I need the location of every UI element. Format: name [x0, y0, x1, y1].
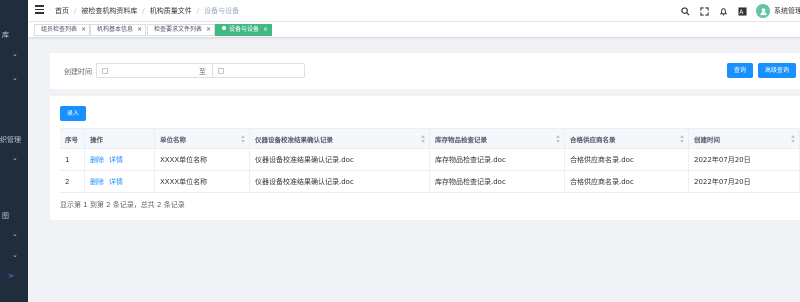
- cell-unit: XXXX单位名称: [155, 171, 250, 192]
- start-date-input[interactable]: [112, 66, 182, 76]
- tab-label: 检查要求文件列表: [154, 26, 203, 33]
- delete-link[interactable]: 删除: [90, 155, 104, 165]
- column-header: 操作: [85, 129, 155, 148]
- detail-link[interactable]: 详情: [109, 177, 123, 187]
- chevron-down-icon[interactable]: ⌄: [12, 251, 18, 259]
- tab-tag[interactable]: 检查要求文件列表 ×: [147, 24, 216, 36]
- column-header-label: 单位名称: [160, 135, 186, 144]
- cell-unit: XXXX单位名称: [155, 149, 250, 170]
- sort-icon[interactable]: [421, 135, 425, 143]
- hamburger-icon[interactable]: [35, 5, 44, 14]
- chevron-down-icon[interactable]: ⌄: [12, 50, 18, 58]
- cell-calibration-record[interactable]: 仪器设备校准结果确认记录.doc: [250, 149, 430, 170]
- avatar[interactable]: [756, 4, 770, 18]
- tab-tag[interactable]: 机构基本信息 ×: [90, 24, 147, 36]
- cell-calibration-record[interactable]: 仪器设备校准结果确认记录.doc: [250, 171, 430, 192]
- tab-label: 组员检查列表: [41, 26, 78, 33]
- sidebar-item-label[interactable]: 图: [2, 211, 9, 221]
- chevron-down-icon[interactable]: ⌄: [12, 230, 18, 238]
- sidebar-active-marker[interactable]: >: [8, 272, 14, 280]
- tab-label: 设备与设备: [229, 26, 260, 33]
- add-button[interactable]: 录入: [60, 106, 86, 121]
- created-time-label: 创建时间: [64, 68, 92, 76]
- table-row: 2 删除 详情 XXXX单位名称 仪器设备校准结果确认记录.doc 库存物品检查记…: [60, 171, 800, 193]
- search-icon[interactable]: [680, 6, 690, 16]
- close-icon[interactable]: ×: [137, 26, 142, 33]
- table-panel: 录入 序号 操作 单位名称 仪器设备校准结果确认记录 库存物品检查记录 合格供应…: [50, 96, 800, 220]
- cell-actions: 删除 详情: [85, 149, 155, 170]
- breadcrumb-item[interactable]: 机构质量文件: [150, 7, 192, 15]
- sort-icon[interactable]: [556, 135, 560, 143]
- column-header: 序号: [60, 129, 85, 148]
- query-button[interactable]: 查询: [727, 63, 753, 78]
- column-header-label: 创建时间: [694, 135, 720, 144]
- data-table: 序号 操作 单位名称 仪器设备校准结果确认记录 库存物品检查记录 合格供应商名录…: [60, 128, 800, 193]
- tab-tag-active[interactable]: 设备与设备 ×: [215, 24, 273, 36]
- table-row: 1 删除 详情 XXXX单位名称 仪器设备校准结果确认记录.doc 库存物品检查记…: [60, 149, 800, 171]
- column-header-sortable[interactable]: 创建时间: [689, 129, 800, 148]
- detail-link[interactable]: 详情: [109, 155, 123, 165]
- column-header-label: 合格供应商名录: [570, 135, 616, 144]
- chevron-down-icon[interactable]: ⌄: [12, 74, 18, 82]
- bell-icon[interactable]: [718, 6, 728, 16]
- chevron-down-icon[interactable]: ⌄: [12, 154, 18, 162]
- svg-text:A: A: [739, 10, 743, 16]
- cell-supplier-list[interactable]: 合格供应商名录.doc: [565, 171, 689, 192]
- delete-link[interactable]: 删除: [90, 177, 104, 187]
- sidebar: 库 ⌄ ⌄ 织管理 ⌄ 图 ⌄ ⌄ >: [0, 0, 28, 302]
- column-header-sortable[interactable]: 合格供应商名录: [565, 129, 689, 148]
- column-header-sortable[interactable]: 仪器设备校准结果确认记录: [250, 129, 430, 148]
- cell-created: 2022年07月20日: [689, 149, 800, 170]
- breadcrumb-current: 设备与设备: [204, 7, 240, 15]
- top-navbar: 首页/被检查机构资料库/机构质量文件/设备与设备 A 系统管理员: [28, 0, 800, 22]
- column-header-label: 仪器设备校准结果确认记录: [255, 135, 333, 144]
- to-label: 至: [199, 68, 206, 76]
- sort-icon[interactable]: [241, 135, 245, 143]
- table-header: 序号 操作 单位名称 仪器设备校准结果确认记录 库存物品检查记录 合格供应商名录…: [60, 129, 800, 149]
- sort-icon[interactable]: [680, 135, 684, 143]
- sort-icon[interactable]: [791, 135, 795, 143]
- close-icon[interactable]: ×: [263, 26, 268, 33]
- tags-view: 组员检查列表 × 机构基本信息 × 检查要求文件列表 × 设备与设备 ×: [28, 22, 800, 38]
- username[interactable]: 系统管理员: [774, 6, 800, 16]
- calendar-icon: [218, 68, 224, 74]
- fullscreen-icon[interactable]: [699, 6, 709, 16]
- header-actions: A 系统管理员: [680, 3, 800, 19]
- search-panel: 创建时间 至 查询 高级查询: [50, 53, 800, 89]
- pagination-summary: 显示第 1 到第 2 条记录，总共 2 条记录: [60, 201, 185, 209]
- cell-supplier-list[interactable]: 合格供应商名录.doc: [565, 149, 689, 170]
- breadcrumb-item[interactable]: 被检查机构资料库: [81, 7, 137, 15]
- tab-label: 机构基本信息: [97, 26, 134, 33]
- tab-tag[interactable]: 组员检查列表 ×: [34, 24, 91, 36]
- cell-stock-record[interactable]: 库存物品检查记录.doc: [430, 149, 565, 170]
- breadcrumb: 首页 / 被检查机构资料库 / 机构质量文件 / 设备与设备: [55, 7, 240, 15]
- sidebar-item-label[interactable]: 织管理: [0, 135, 21, 145]
- font-size-icon[interactable]: A: [737, 6, 747, 16]
- calendar-icon: [102, 68, 108, 74]
- cell-stock-record[interactable]: 库存物品检查记录.doc: [430, 171, 565, 192]
- end-date-field[interactable]: [212, 63, 305, 78]
- cell-actions: 删除 详情: [85, 171, 155, 192]
- column-header-sortable[interactable]: 单位名称: [155, 129, 250, 148]
- column-header-label: 库存物品检查记录: [435, 135, 487, 144]
- cell-created: 2022年07月20日: [689, 171, 800, 192]
- cell-index: 2: [60, 171, 85, 192]
- sidebar-item-label[interactable]: 库: [2, 30, 9, 40]
- close-icon[interactable]: ×: [206, 26, 211, 33]
- close-icon[interactable]: ×: [81, 26, 86, 33]
- advanced-query-button[interactable]: 高级查询: [758, 63, 796, 78]
- breadcrumb-item[interactable]: 首页: [55, 7, 69, 15]
- column-header-sortable[interactable]: 库存物品检查记录: [430, 129, 565, 148]
- end-date-input[interactable]: [228, 66, 298, 76]
- cell-index: 1: [60, 149, 85, 170]
